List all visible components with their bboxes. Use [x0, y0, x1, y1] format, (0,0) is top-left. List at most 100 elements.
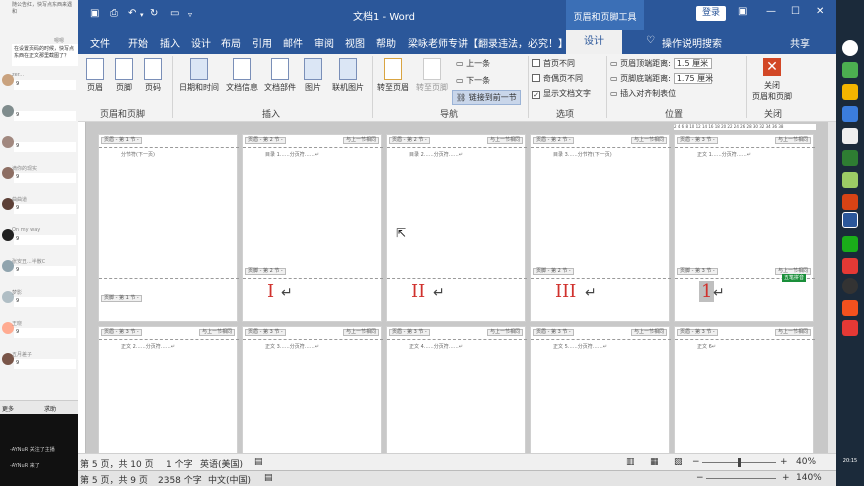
quick-parts-button[interactable]: 文档部件 [261, 58, 299, 93]
minimize-icon[interactable]: — [766, 6, 776, 17]
share-button[interactable]: 共享 [790, 35, 810, 50]
footer-boundary-line [99, 278, 239, 279]
header-button[interactable]: 页眉 [80, 58, 110, 93]
macro-icon[interactable]: ▤ [254, 457, 263, 467]
close-icon[interactable]: ✕ [816, 6, 824, 17]
lightbulb-icon: ♡ [646, 35, 655, 46]
wechat-icon[interactable] [842, 236, 858, 252]
vertical-scrollbar[interactable] [828, 122, 836, 453]
previous-button[interactable]: ▭ 上一条 [456, 58, 490, 69]
page-count[interactable]: 第 5 页，共 10 页 [80, 457, 154, 470]
status-bar: 第 5 页，共 10 页 1 个字 英语(美国) ▤ ▥ ▦ ▧ − + 40% [78, 453, 836, 470]
print-layout-icon[interactable]: ▦ [650, 457, 659, 467]
tab-file[interactable]: 文件 [90, 35, 110, 50]
close-header-footer-button[interactable]: ✕ 关闭 页眉和页脚 [748, 58, 796, 102]
tab-header-footer-design[interactable]: 设计 [566, 30, 622, 54]
print-preview-icon[interactable]: ⎙ [110, 8, 118, 19]
zoom-out-icon[interactable]: − [692, 457, 700, 467]
insert-alignment-tab-button[interactable]: ▭ 插入对齐制表位 [610, 88, 676, 99]
goto-footer-button[interactable]: 转至页脚 [412, 58, 452, 93]
save-icon[interactable]: ▣ [90, 8, 99, 19]
language[interactable]: 英语(美国) [200, 457, 243, 470]
tab-design[interactable]: 设计 [191, 35, 211, 50]
tab-insert[interactable]: 插入 [160, 35, 180, 50]
ribbon-display-icon[interactable]: ▣ [738, 6, 747, 17]
help-button[interactable]: 求助 [44, 404, 56, 413]
open-folder-icon[interactable]: ▭ [170, 8, 179, 19]
tell-me-search[interactable]: 操作说明搜索 [662, 35, 722, 50]
customize-qat-icon[interactable]: ▿ [188, 10, 192, 19]
page-thumbnail[interactable]: 页眉 - 第 3 节 - 与上一节相同 正文 4……分页符……↵ [386, 326, 527, 453]
app-white-icon[interactable] [842, 128, 858, 144]
odd-even-checkbox[interactable]: 奇偶页不同 [532, 73, 583, 84]
doc-info-button[interactable]: 文档信息 [223, 58, 261, 93]
page-thumbnail[interactable]: 页眉 - 第 2 节 - 与上一节相同 目录 1……分页符……↵ 页脚 - 第 2 节… [242, 134, 383, 322]
undo-icon[interactable]: ↶ [128, 8, 136, 19]
login-button[interactable]: 登录 [696, 6, 726, 21]
app-lime-icon[interactable] [842, 172, 858, 188]
more-button[interactable]: 更多 [2, 404, 14, 413]
show-document-text-checkbox[interactable]: ✓ 显示文档文字 [532, 88, 591, 99]
page-thumbnail[interactable]: 页眉 - 第 2 节 - 与上一节相同 目录 3……分节符(下一页) 页脚 - 第 2… [530, 134, 671, 322]
word-icon[interactable] [842, 212, 858, 228]
redo-icon[interactable]: ↻ [150, 8, 158, 19]
tab-references[interactable]: 引用 [252, 35, 272, 50]
next-button[interactable]: ▭ 下一条 [456, 75, 490, 86]
tab-layout[interactable]: 布局 [221, 35, 241, 50]
page-thumbnail[interactable]: 页眉 - 第 2 节 - 与上一节相同 目录 2……分页符……↵ II ↵ [386, 134, 527, 322]
page-number-button[interactable]: 页码 [138, 58, 168, 93]
chat-count: 9 [14, 173, 76, 183]
horizontal-ruler: 2 4 6 8 10 12 14 16 18 20 22 24 26 28 30… [674, 124, 816, 130]
page-thumbnail[interactable]: 页眉 - 第 3 节 - 与上一节相同 正文 5……分页符……↵ [530, 326, 671, 453]
page-thumbnail[interactable]: 页眉 - 第 3 节 - 与上一节相同 正文 3……分页符……↵ [242, 326, 383, 453]
link-to-previous-button[interactable]: ⛓ 链接到前一节 [452, 90, 521, 105]
document-area[interactable]: 2 4 6 8 10 12 14 16 18 20 22 24 26 28 30… [78, 122, 836, 453]
tab-review[interactable]: 审阅 [314, 35, 334, 50]
page-thumbnail[interactable]: 页眉 - 第 3 节 - 与上一节相同 正文 6↵ [674, 326, 815, 453]
footer-section-tag: 页脚 - 第 1 节 - [101, 295, 142, 302]
header-section-tag: 页眉 - 第 3 节 - [245, 329, 286, 336]
online-picture-button[interactable]: 联机图片 [328, 58, 368, 93]
tab-mailings[interactable]: 邮件 [283, 35, 303, 50]
word-count-2: 2358 个字 [158, 476, 202, 486]
powerpoint-icon[interactable] [842, 194, 858, 210]
app-orange-icon[interactable] [842, 300, 858, 316]
app-black-icon[interactable] [842, 278, 858, 294]
web-layout-icon[interactable]: ▧ [674, 457, 683, 467]
zoom-level[interactable]: 40% [796, 457, 816, 467]
ime-status-badge[interactable]: 五笔拼音 [782, 274, 807, 282]
zoom-in-icon[interactable]: + [780, 457, 788, 467]
chrome-icon[interactable] [842, 40, 858, 56]
undo-dropdown-icon[interactable]: ▾ [140, 11, 144, 19]
tab-help[interactable]: 帮助 [376, 35, 396, 50]
page-number-field[interactable]: III [555, 281, 576, 302]
app-red2-icon[interactable] [842, 320, 858, 336]
word-count[interactable]: 1 个字 [166, 457, 193, 470]
same-as-previous-tag: 与上一节相同 [342, 137, 379, 144]
zoom-slider-knob[interactable] [737, 458, 741, 467]
app-darkgreen-icon[interactable] [842, 150, 858, 166]
app-green-icon[interactable] [842, 62, 858, 78]
app-red-icon[interactable] [842, 258, 858, 274]
page-number-field[interactable]: I [267, 281, 274, 302]
read-mode-icon[interactable]: ▥ [626, 457, 635, 467]
footer-button[interactable]: 页脚 [109, 58, 139, 93]
date-time-button[interactable]: 日期和时间 [175, 58, 223, 93]
tab-view[interactable]: 视图 [345, 35, 365, 50]
tab-custom[interactable]: 梁咏老师专讲【翻录违法，必究！】 [408, 35, 568, 50]
different-first-page-checkbox[interactable]: 首页不同 [532, 58, 575, 69]
goto-header-button[interactable]: 转至页眉 [374, 58, 412, 93]
tab-home[interactable]: 开始 [128, 35, 148, 50]
picture-button[interactable]: 图片 [300, 58, 326, 93]
footer-distance-input[interactable]: 1.75 厘米 [673, 73, 713, 84]
taskbar: 20:15 [836, 0, 864, 486]
page-thumbnail[interactable]: 页眉 - 第 3 节 - 与上一节相同 正文 2……分页符……↵ [98, 326, 239, 453]
page-thumbnail[interactable]: 页眉 - 第 3 节 - 与上一节相同 正文 1……分页符……↵ 页脚 - 第 3 节… [674, 134, 815, 322]
app-blue-icon[interactable] [842, 106, 858, 122]
page-number-field[interactable]: II [411, 281, 425, 302]
same-as-previous-tag: 与上一节相同 [630, 329, 667, 336]
maximize-icon[interactable]: ☐ [791, 6, 800, 17]
page-thumbnail[interactable]: 页眉 - 第 1 节 - 分节符(下一页) 页脚 - 第 1 节 - [98, 134, 239, 322]
app-yellow-icon[interactable] [842, 84, 858, 100]
header-distance-input[interactable]: 1.5 厘米 [673, 58, 712, 69]
